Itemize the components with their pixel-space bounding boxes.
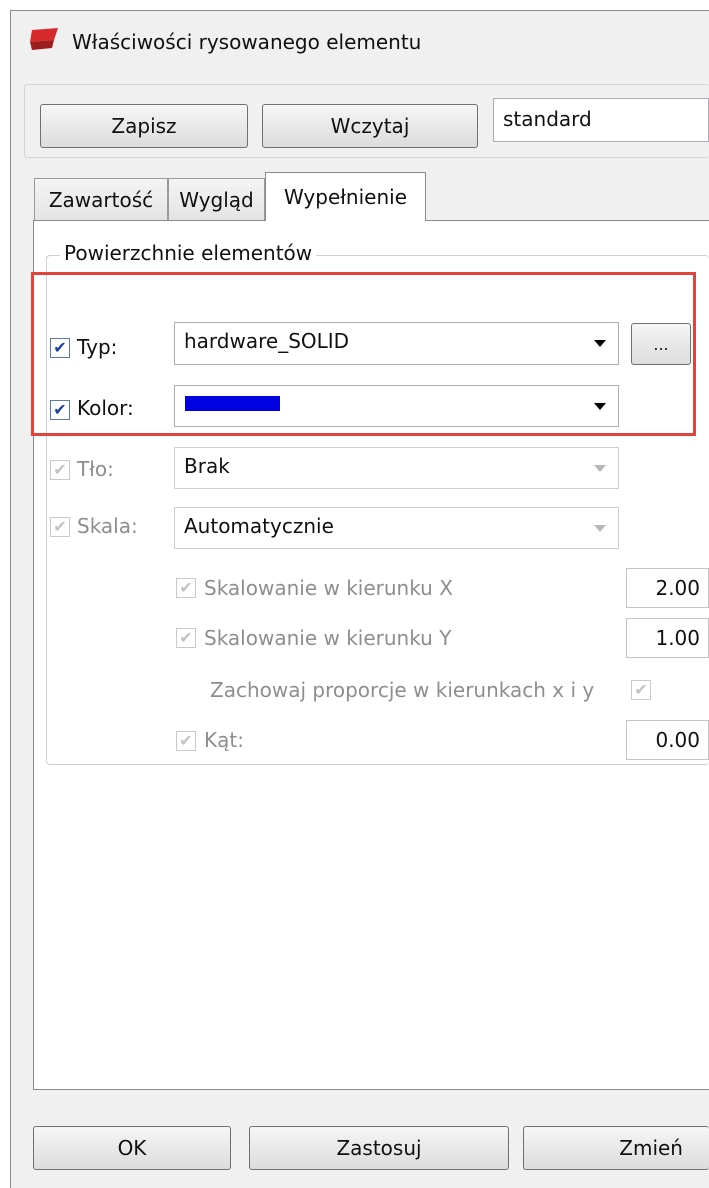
background-checkbox[interactable]: ✔ xyxy=(50,460,70,480)
scale-y-label: Skalowanie w kierunku Y xyxy=(204,626,452,650)
chevron-down-icon xyxy=(594,465,606,472)
scale-label: Skala: xyxy=(77,514,138,538)
tab-wypelnienie[interactable]: Wypełnienie xyxy=(265,172,426,221)
change-button[interactable]: Zmień xyxy=(523,1126,709,1170)
scale-y-checkbox[interactable]: ✔ xyxy=(176,628,196,648)
scale-x-label: Skalowanie w kierunku X xyxy=(204,576,453,600)
angle-input[interactable]: 0.00 xyxy=(626,720,709,760)
preset-name-input[interactable]: standard xyxy=(493,98,709,142)
background-label: Tło: xyxy=(77,457,114,481)
highlight-frame xyxy=(31,272,696,436)
ok-button[interactable]: OK xyxy=(33,1126,231,1170)
tab-zawartosc[interactable]: Zawartość xyxy=(34,178,168,220)
app-icon xyxy=(30,28,58,50)
scale-y-input[interactable]: 1.00 xyxy=(626,618,709,658)
scale-select[interactable]: Automatycznie xyxy=(174,507,619,549)
scale-x-checkbox[interactable]: ✔ xyxy=(176,578,196,598)
background-value: Brak xyxy=(184,454,230,478)
tab-wyglad[interactable]: Wygląd xyxy=(168,178,265,220)
window-title: Właściwości rysowanego elementu xyxy=(72,30,422,54)
scale-x-input[interactable]: 2.00 xyxy=(626,568,709,608)
angle-checkbox[interactable]: ✔ xyxy=(176,731,196,751)
apply-button[interactable]: Zastosuj xyxy=(249,1126,509,1170)
keep-ratio-checkbox[interactable]: ✔ xyxy=(631,680,651,700)
scale-value: Automatycznie xyxy=(184,514,334,538)
angle-label: Kąt: xyxy=(204,728,244,752)
load-button[interactable]: Wczytaj xyxy=(262,104,478,148)
scale-checkbox[interactable]: ✔ xyxy=(50,517,70,537)
save-button[interactable]: Zapisz xyxy=(40,104,248,148)
groupbox-title: Powierzchnie elementów xyxy=(60,241,317,265)
background-select[interactable]: Brak xyxy=(174,447,619,489)
keep-ratio-label: Zachowaj proporcje w kierunkach x i y xyxy=(210,678,595,702)
chevron-down-icon xyxy=(594,525,606,532)
